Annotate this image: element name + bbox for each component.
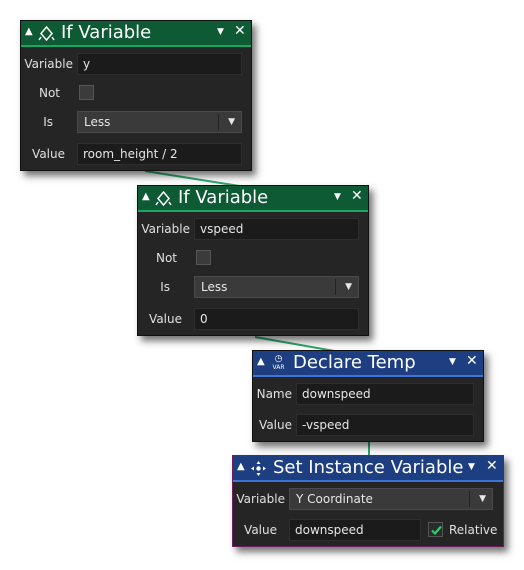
not-checkbox[interactable] xyxy=(196,250,211,265)
not-label: Not xyxy=(155,251,177,265)
variable-select[interactable]: Y Coordinate ▼ xyxy=(289,488,493,510)
value-label: Value xyxy=(244,523,277,537)
checkmark-icon xyxy=(431,525,442,536)
block-header[interactable]: ▲ Set Instance Variable ▼ ✕ xyxy=(233,456,503,482)
variable-label: Variable xyxy=(236,492,285,506)
dropdown-icon[interactable]: ▼ xyxy=(334,192,341,202)
if-variable-icon xyxy=(38,25,55,42)
is-select[interactable]: Less ▼ xyxy=(77,111,242,133)
value-input[interactable]: downspeed xyxy=(289,519,421,541)
chevron-down-icon[interactable]: ▼ xyxy=(479,489,486,509)
block-title: Set Instance Variable xyxy=(273,457,464,478)
if-variable-icon xyxy=(155,190,172,207)
if-variable-block[interactable]: ▲ If Variable ▼ ✕ Variable y Not Is Less… xyxy=(20,20,252,171)
close-icon[interactable]: ✕ xyxy=(234,23,246,39)
is-select-value: Less xyxy=(84,115,111,129)
close-icon[interactable]: ✕ xyxy=(351,188,363,204)
value-input[interactable]: room_height / 2 xyxy=(77,143,242,165)
collapse-icon[interactable]: ▲ xyxy=(237,461,245,472)
if-variable-block[interactable]: ▲ If Variable ▼ ✕ Variable vspeed Not Is… xyxy=(137,185,369,336)
variable-select-value: Y Coordinate xyxy=(296,492,373,506)
declare-temp-var-icon: ◷ VAR xyxy=(272,354,285,372)
close-icon[interactable]: ✕ xyxy=(466,353,478,369)
chevron-down-icon[interactable]: ▼ xyxy=(345,277,352,297)
is-label: Is xyxy=(160,280,170,294)
is-label: Is xyxy=(43,115,53,129)
variable-input[interactable]: y xyxy=(77,53,242,75)
value-input[interactable]: -vspeed xyxy=(296,414,474,436)
collapse-icon[interactable]: ▲ xyxy=(257,356,265,367)
name-label: Name xyxy=(256,387,292,401)
variable-label: Variable xyxy=(24,57,73,71)
select-divider xyxy=(335,279,336,295)
block-title: Declare Temp xyxy=(293,352,416,373)
collapse-icon[interactable]: ▲ xyxy=(25,26,33,37)
block-title: If Variable xyxy=(178,187,269,208)
block-header[interactable]: ▲ ◷ VAR Declare Temp ▼ ✕ xyxy=(253,351,483,377)
relative-label: Relative xyxy=(449,523,498,537)
block-title: If Variable xyxy=(61,22,152,43)
select-divider xyxy=(218,114,219,130)
is-select-value: Less xyxy=(201,280,228,294)
block-header[interactable]: ▲ If Variable ▼ ✕ xyxy=(138,186,368,212)
value-label: Value xyxy=(149,312,182,326)
block-header[interactable]: ▲ If Variable ▼ ✕ xyxy=(21,21,251,47)
relative-checkbox[interactable] xyxy=(428,522,443,537)
not-label: Not xyxy=(38,86,60,100)
variable-label: Variable xyxy=(141,222,190,236)
variable-input[interactable]: vspeed xyxy=(194,218,359,240)
value-input[interactable]: 0 xyxy=(194,308,359,330)
is-select[interactable]: Less ▼ xyxy=(194,276,359,298)
dropdown-icon[interactable]: ▼ xyxy=(217,27,224,37)
name-input[interactable]: downspeed xyxy=(296,383,474,405)
connector-line xyxy=(368,441,370,456)
not-checkbox[interactable] xyxy=(79,85,94,100)
var-icon-text: VAR xyxy=(272,364,285,371)
set-instance-variable-block[interactable]: ▲ Set Instance Variable ▼ ✕ Variable Y C… xyxy=(232,455,504,547)
collapse-icon[interactable]: ▲ xyxy=(142,191,150,202)
value-label: Value xyxy=(259,418,292,432)
value-label: Value xyxy=(32,147,65,161)
set-instance-variable-icon xyxy=(251,461,266,476)
dropdown-icon[interactable]: ▼ xyxy=(449,357,456,367)
select-divider xyxy=(469,491,470,507)
close-icon[interactable]: ✕ xyxy=(486,458,498,474)
declare-temp-block[interactable]: ▲ ◷ VAR Declare Temp ▼ ✕ Name downspeed … xyxy=(252,350,484,442)
dropdown-icon[interactable]: ▼ xyxy=(468,462,475,472)
chevron-down-icon[interactable]: ▼ xyxy=(228,112,235,132)
